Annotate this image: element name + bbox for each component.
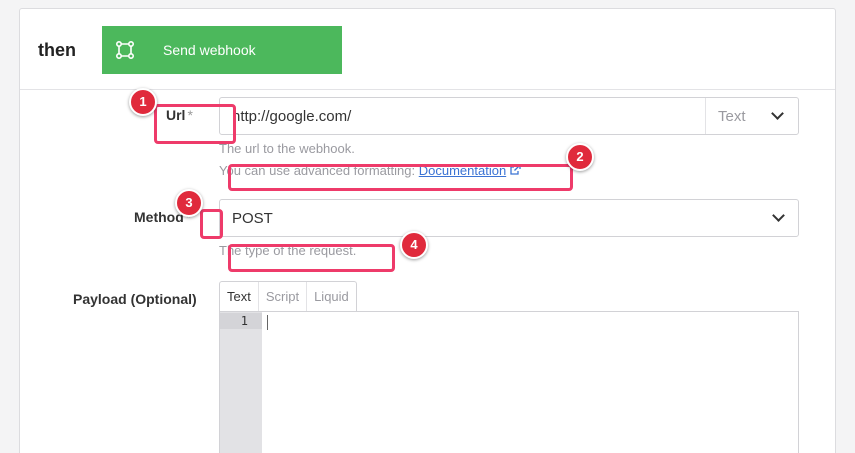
annotation-badge-2: 2 (566, 143, 594, 171)
annotation-box-formatting-help (228, 164, 573, 191)
tab-script[interactable]: Script (259, 282, 308, 312)
chevron-down-icon (771, 107, 784, 120)
action-label: Send webhook (163, 42, 256, 58)
editor-gutter: 1 (220, 312, 262, 453)
send-webhook-action[interactable]: Send webhook (102, 26, 342, 74)
chevron-down-icon (772, 209, 785, 222)
annotation-box-url-label (154, 104, 236, 144)
annotation-badge-1: 1 (129, 88, 157, 116)
then-label: then (38, 40, 76, 60)
tab-liquid[interactable]: Liquid (307, 282, 356, 312)
url-type-select[interactable]: Text (705, 98, 799, 134)
method-select[interactable]: POST (219, 199, 799, 237)
annotation-badge-4: 4 (400, 231, 428, 259)
method-label-text: Method (134, 209, 184, 225)
method-value: POST (232, 210, 273, 227)
payload-editor[interactable]: 1 (219, 311, 799, 453)
url-help: The url to the webhook. (219, 141, 355, 156)
payload-label: Payload (Optional) (73, 291, 197, 307)
webhook-icon (102, 26, 148, 74)
url-input[interactable]: http://google.com/ Text (219, 97, 799, 135)
tab-text[interactable]: Text (220, 282, 259, 312)
url-type-value: Text (718, 108, 746, 125)
annotation-badge-3: 3 (175, 189, 203, 217)
action-header: then Send webhook (20, 9, 835, 90)
text-cursor (267, 315, 268, 330)
annotation-box-method-help (228, 244, 395, 272)
annotation-box-required-mark (200, 209, 223, 239)
payload-tabs: Text Script Liquid (219, 281, 357, 312)
line-number: 1 (240, 314, 248, 328)
url-value: http://google.com/ (232, 108, 352, 125)
